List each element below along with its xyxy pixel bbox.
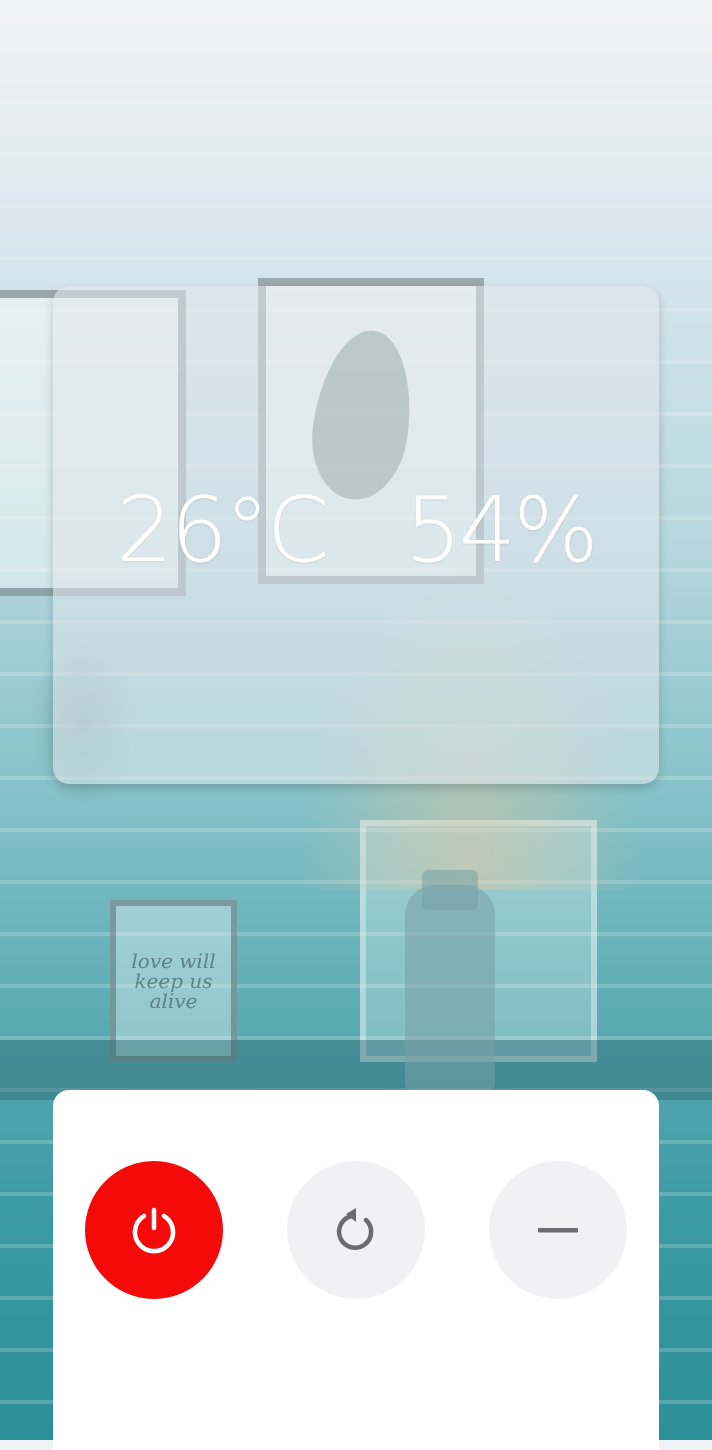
vase <box>405 885 495 1090</box>
control-panel <box>53 1090 659 1450</box>
picture-frame-small: love will keep us alive <box>110 900 237 1062</box>
poster-text: love will keep us alive <box>131 949 216 1013</box>
sensor-card: 26°C 54% <box>53 286 659 784</box>
minus-icon <box>538 1228 578 1233</box>
power-icon <box>132 1207 176 1254</box>
minus-button[interactable] <box>489 1161 627 1299</box>
refresh-button[interactable] <box>287 1161 425 1299</box>
power-button[interactable] <box>85 1161 223 1299</box>
humidity-value: 54% <box>404 477 599 583</box>
temperature-value: 26°C <box>116 477 329 583</box>
refresh-icon <box>336 1208 374 1250</box>
